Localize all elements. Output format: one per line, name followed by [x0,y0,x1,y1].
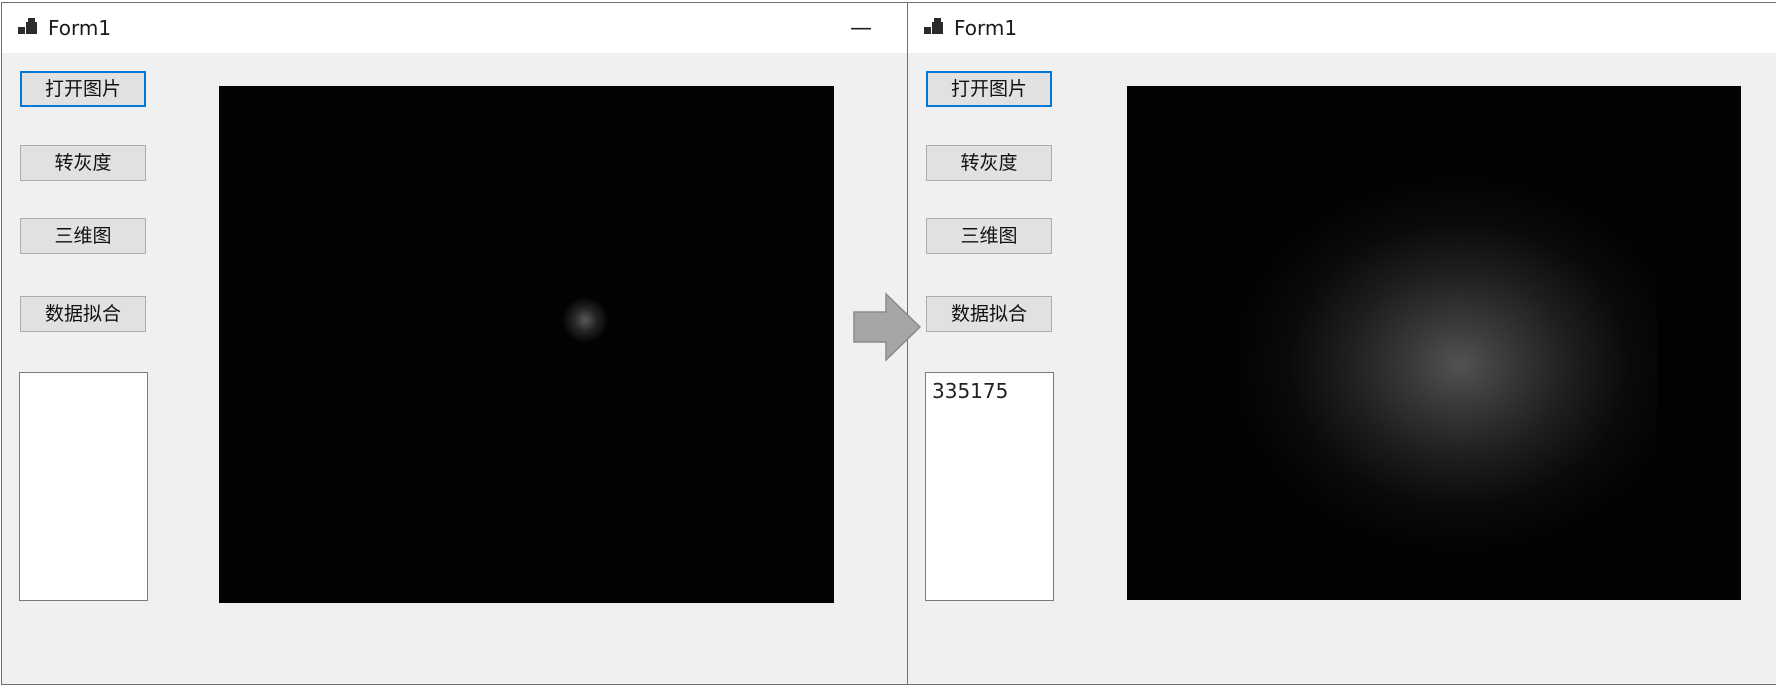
data-fit-button[interactable]: 数据拟合 [926,296,1052,332]
grayscale-button[interactable]: 转灰度 [926,145,1052,181]
right-arrow-icon [853,292,922,362]
output-textbox[interactable]: 335175 [925,372,1054,601]
image-picturebox [1127,86,1741,600]
windows-form-icon [924,18,943,34]
light-spot [562,297,608,343]
grayscale-button[interactable]: 转灰度 [20,145,146,181]
3d-plot-button[interactable]: 三维图 [20,218,146,254]
data-fit-button[interactable]: 数据拟合 [20,296,146,332]
windows-form-icon [18,18,37,34]
open-image-button[interactable]: 打开图片 [20,71,146,107]
form-window-after: Form1 打开图片 转灰度 三维图 数据拟合 335175 [907,2,1776,685]
window-title: Form1 [954,16,1018,40]
title-bar[interactable]: Form1 — [2,3,908,53]
minimize-icon[interactable]: — [838,11,884,45]
form-window-before: Form1 — 打开图片 转灰度 三维图 数据拟合 [1,2,909,685]
open-image-button[interactable]: 打开图片 [926,71,1052,107]
window-title: Form1 [48,16,112,40]
light-spot [1197,146,1657,566]
title-bar[interactable]: Form1 [908,3,1776,53]
output-textbox[interactable] [19,372,148,601]
3d-plot-button[interactable]: 三维图 [926,218,1052,254]
image-picturebox [219,86,834,603]
